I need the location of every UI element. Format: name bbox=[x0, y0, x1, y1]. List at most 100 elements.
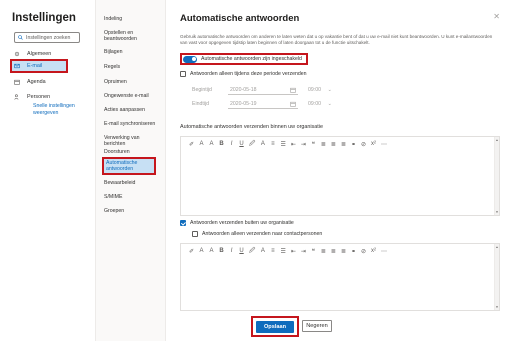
toolbar-button-2[interactable]: A bbox=[209, 141, 214, 147]
toolbar-button-1[interactable]: A bbox=[199, 141, 204, 147]
toolbar-button-19[interactable]: ⋯ bbox=[381, 248, 387, 255]
start-time-row: Begintijd 2020-05-18 09:00 ⌄ bbox=[192, 85, 334, 95]
start-label: Begintijd bbox=[192, 87, 212, 93]
toolbar-button-4[interactable]: I bbox=[229, 248, 234, 254]
inside-org-editor[interactable]: ✐ A A B I U 🖉 A ≡ ☰ ⇤ ⇥ ❝ ≣ ≣ ≣ ⚭ ⊘ x² ⋯ bbox=[180, 136, 500, 216]
start-time-select[interactable]: 09:00 ⌄ bbox=[306, 85, 334, 95]
toolbar-button-6[interactable]: 🖉 bbox=[249, 246, 255, 256]
subnav-item-message-handling[interactable]: Verwerking van berichten bbox=[104, 135, 162, 147]
toolbar-button-0[interactable]: ✐ bbox=[189, 248, 194, 255]
toolbar-button-18[interactable]: x² bbox=[371, 141, 376, 147]
toolbar-button-15[interactable]: ≣ bbox=[341, 248, 346, 255]
chevron-down-icon: ⌄ bbox=[327, 101, 332, 107]
subnav-item-forwarding[interactable]: Doorsturen bbox=[104, 149, 162, 155]
end-date-picker[interactable]: 2020-05-19 bbox=[228, 99, 298, 109]
calendar-icon bbox=[14, 79, 20, 85]
quick-settings-link[interactable]: Snelle instellingen weergeven bbox=[33, 103, 83, 116]
toolbar-button-5[interactable]: U bbox=[239, 248, 244, 254]
start-date-picker[interactable]: 2020-05-18 bbox=[228, 85, 298, 95]
toolbar-button-1[interactable]: A bbox=[199, 248, 204, 254]
subnav-item-compose[interactable]: Opstellen en beantwoorden bbox=[104, 30, 162, 42]
chevron-down-icon: ⌄ bbox=[327, 87, 332, 93]
end-time-select[interactable]: 09:00 ⌄ bbox=[306, 99, 334, 109]
toolbar-button-15[interactable]: ≣ bbox=[341, 141, 346, 148]
close-icon[interactable]: ✕ bbox=[493, 12, 500, 21]
toolbar-button-9[interactable]: ☰ bbox=[280, 141, 285, 148]
toolbar-button-11[interactable]: ⇥ bbox=[301, 141, 306, 148]
subnav-item-groups[interactable]: Groepen bbox=[104, 208, 162, 214]
toolbar-button-18[interactable]: x² bbox=[371, 248, 376, 254]
settings-search-input[interactable]: Instellingen zoeken bbox=[14, 32, 80, 43]
calendar-icon bbox=[290, 87, 296, 93]
end-label: Eindtijd bbox=[192, 101, 210, 107]
auto-reply-toggle[interactable] bbox=[183, 55, 197, 63]
toolbar-button-14[interactable]: ≣ bbox=[331, 248, 336, 255]
toolbar-button-13[interactable]: ≣ bbox=[321, 141, 326, 148]
outside-org-checkbox[interactable] bbox=[180, 220, 186, 226]
toolbar-button-0[interactable]: ✐ bbox=[189, 141, 194, 148]
auto-reply-toggle-row[interactable]: Automatische antwoorden zijn ingeschakel… bbox=[180, 53, 308, 65]
editor-scrollbar[interactable] bbox=[494, 137, 499, 215]
toggle-label: Automatische antwoorden zijn ingeschakel… bbox=[201, 56, 302, 62]
subnav-item-attachments[interactable]: Bijlagen bbox=[104, 49, 162, 55]
subnav-item-layout[interactable]: Indeling bbox=[104, 16, 162, 22]
discard-button[interactable]: Negeren bbox=[302, 320, 332, 332]
toolbar-button-17[interactable]: ⊘ bbox=[361, 248, 366, 255]
toolbar-button-5[interactable]: U bbox=[239, 141, 244, 147]
toolbar-button-7[interactable]: A bbox=[260, 141, 265, 147]
end-time-row: Eindtijd 2020-05-19 09:00 ⌄ bbox=[192, 99, 334, 109]
subnav-item-smime[interactable]: S/MIME bbox=[104, 194, 162, 200]
gear-icon bbox=[14, 51, 20, 57]
nav-item-calendar[interactable]: Agenda bbox=[12, 76, 92, 88]
nav-item-email[interactable]: E-mail bbox=[10, 59, 68, 73]
toolbar-button-16[interactable]: ⚭ bbox=[351, 248, 356, 255]
toolbar-button-8[interactable]: ≡ bbox=[270, 141, 275, 147]
mail-icon bbox=[14, 63, 20, 69]
period-checkbox-row[interactable]: Antwoorden alleen tijdens deze periode v… bbox=[180, 71, 307, 77]
toolbar-button-13[interactable]: ≣ bbox=[321, 248, 326, 255]
subnav-item-sync[interactable]: E-mail synchroniseren bbox=[104, 121, 162, 127]
toolbar-button-3[interactable]: B bbox=[219, 248, 224, 254]
subnav-item-automatic-replies[interactable]: Automatische antwoorden bbox=[102, 157, 156, 176]
nav-item-label: Personen bbox=[27, 94, 51, 100]
toolbar-button-14[interactable]: ≣ bbox=[331, 141, 336, 148]
toolbar-button-7[interactable]: A bbox=[260, 248, 265, 254]
toolbar-button-11[interactable]: ⇥ bbox=[301, 248, 306, 255]
toolbar-button-8[interactable]: ≡ bbox=[270, 248, 275, 254]
toolbar-button-12[interactable]: ❝ bbox=[311, 141, 316, 148]
toolbar-button-19[interactable]: ⋯ bbox=[381, 141, 387, 148]
save-button-highlight: Opslaan bbox=[251, 316, 299, 337]
toolbar-button-9[interactable]: ☰ bbox=[280, 248, 285, 255]
contacts-only-checkbox-row[interactable]: Antwoorden alleen verzenden naar contact… bbox=[192, 231, 322, 237]
save-button[interactable]: Opslaan bbox=[256, 320, 294, 333]
outside-org-checkbox-row[interactable]: Antwoorden verzenden buiten uw organisat… bbox=[180, 220, 294, 226]
subnav-item-junk[interactable]: Ongewenste e-mail bbox=[104, 93, 162, 99]
nav-item-people[interactable]: Personen bbox=[12, 91, 92, 103]
contacts-only-checkbox-label: Antwoorden alleen verzenden naar contact… bbox=[202, 231, 323, 237]
contacts-only-checkbox[interactable] bbox=[192, 231, 198, 237]
toolbar-button-4[interactable]: I bbox=[229, 141, 234, 147]
formatting-toolbar: ✐ A A B I U 🖉 A ≡ ☰ ⇤ ⇥ ❝ ≣ ≣ ≣ ⚭ ⊘ x² ⋯ bbox=[181, 244, 499, 258]
end-time-value: 09:00 bbox=[308, 101, 321, 107]
subnav-item-actions[interactable]: Acties aanpassen bbox=[104, 107, 162, 113]
subnav-item-sweep[interactable]: Opruimen bbox=[104, 79, 162, 85]
outside-org-checkbox-label: Antwoorden verzenden buiten uw organisat… bbox=[190, 220, 294, 226]
subnav-item-rules[interactable]: Regels bbox=[104, 64, 162, 70]
toolbar-button-10[interactable]: ⇤ bbox=[291, 141, 296, 148]
period-checkbox-label: Antwoorden alleen tijdens deze periode v… bbox=[190, 71, 307, 77]
toolbar-button-17[interactable]: ⊘ bbox=[361, 141, 366, 148]
calendar-icon bbox=[290, 101, 296, 107]
search-icon bbox=[18, 35, 23, 40]
toolbar-button-3[interactable]: B bbox=[219, 141, 224, 147]
toolbar-button-16[interactable]: ⚭ bbox=[351, 141, 356, 148]
toolbar-button-12[interactable]: ❝ bbox=[311, 248, 316, 255]
toolbar-button-6[interactable]: 🖉 bbox=[249, 139, 255, 149]
search-placeholder: Instellingen zoeken bbox=[26, 34, 71, 41]
period-checkbox[interactable] bbox=[180, 71, 186, 77]
outside-org-editor[interactable]: ✐ A A B I U 🖉 A ≡ ☰ ⇤ ⇥ ❝ ≣ ≣ ≣ ⚭ ⊘ x² ⋯ bbox=[180, 243, 500, 311]
editor-scrollbar[interactable] bbox=[494, 244, 499, 310]
start-date-value: 2020-05-18 bbox=[230, 86, 257, 93]
toolbar-button-10[interactable]: ⇤ bbox=[291, 248, 296, 255]
subnav-item-retention[interactable]: Bewaarbeleid bbox=[104, 180, 162, 186]
toolbar-button-2[interactable]: A bbox=[209, 248, 214, 254]
